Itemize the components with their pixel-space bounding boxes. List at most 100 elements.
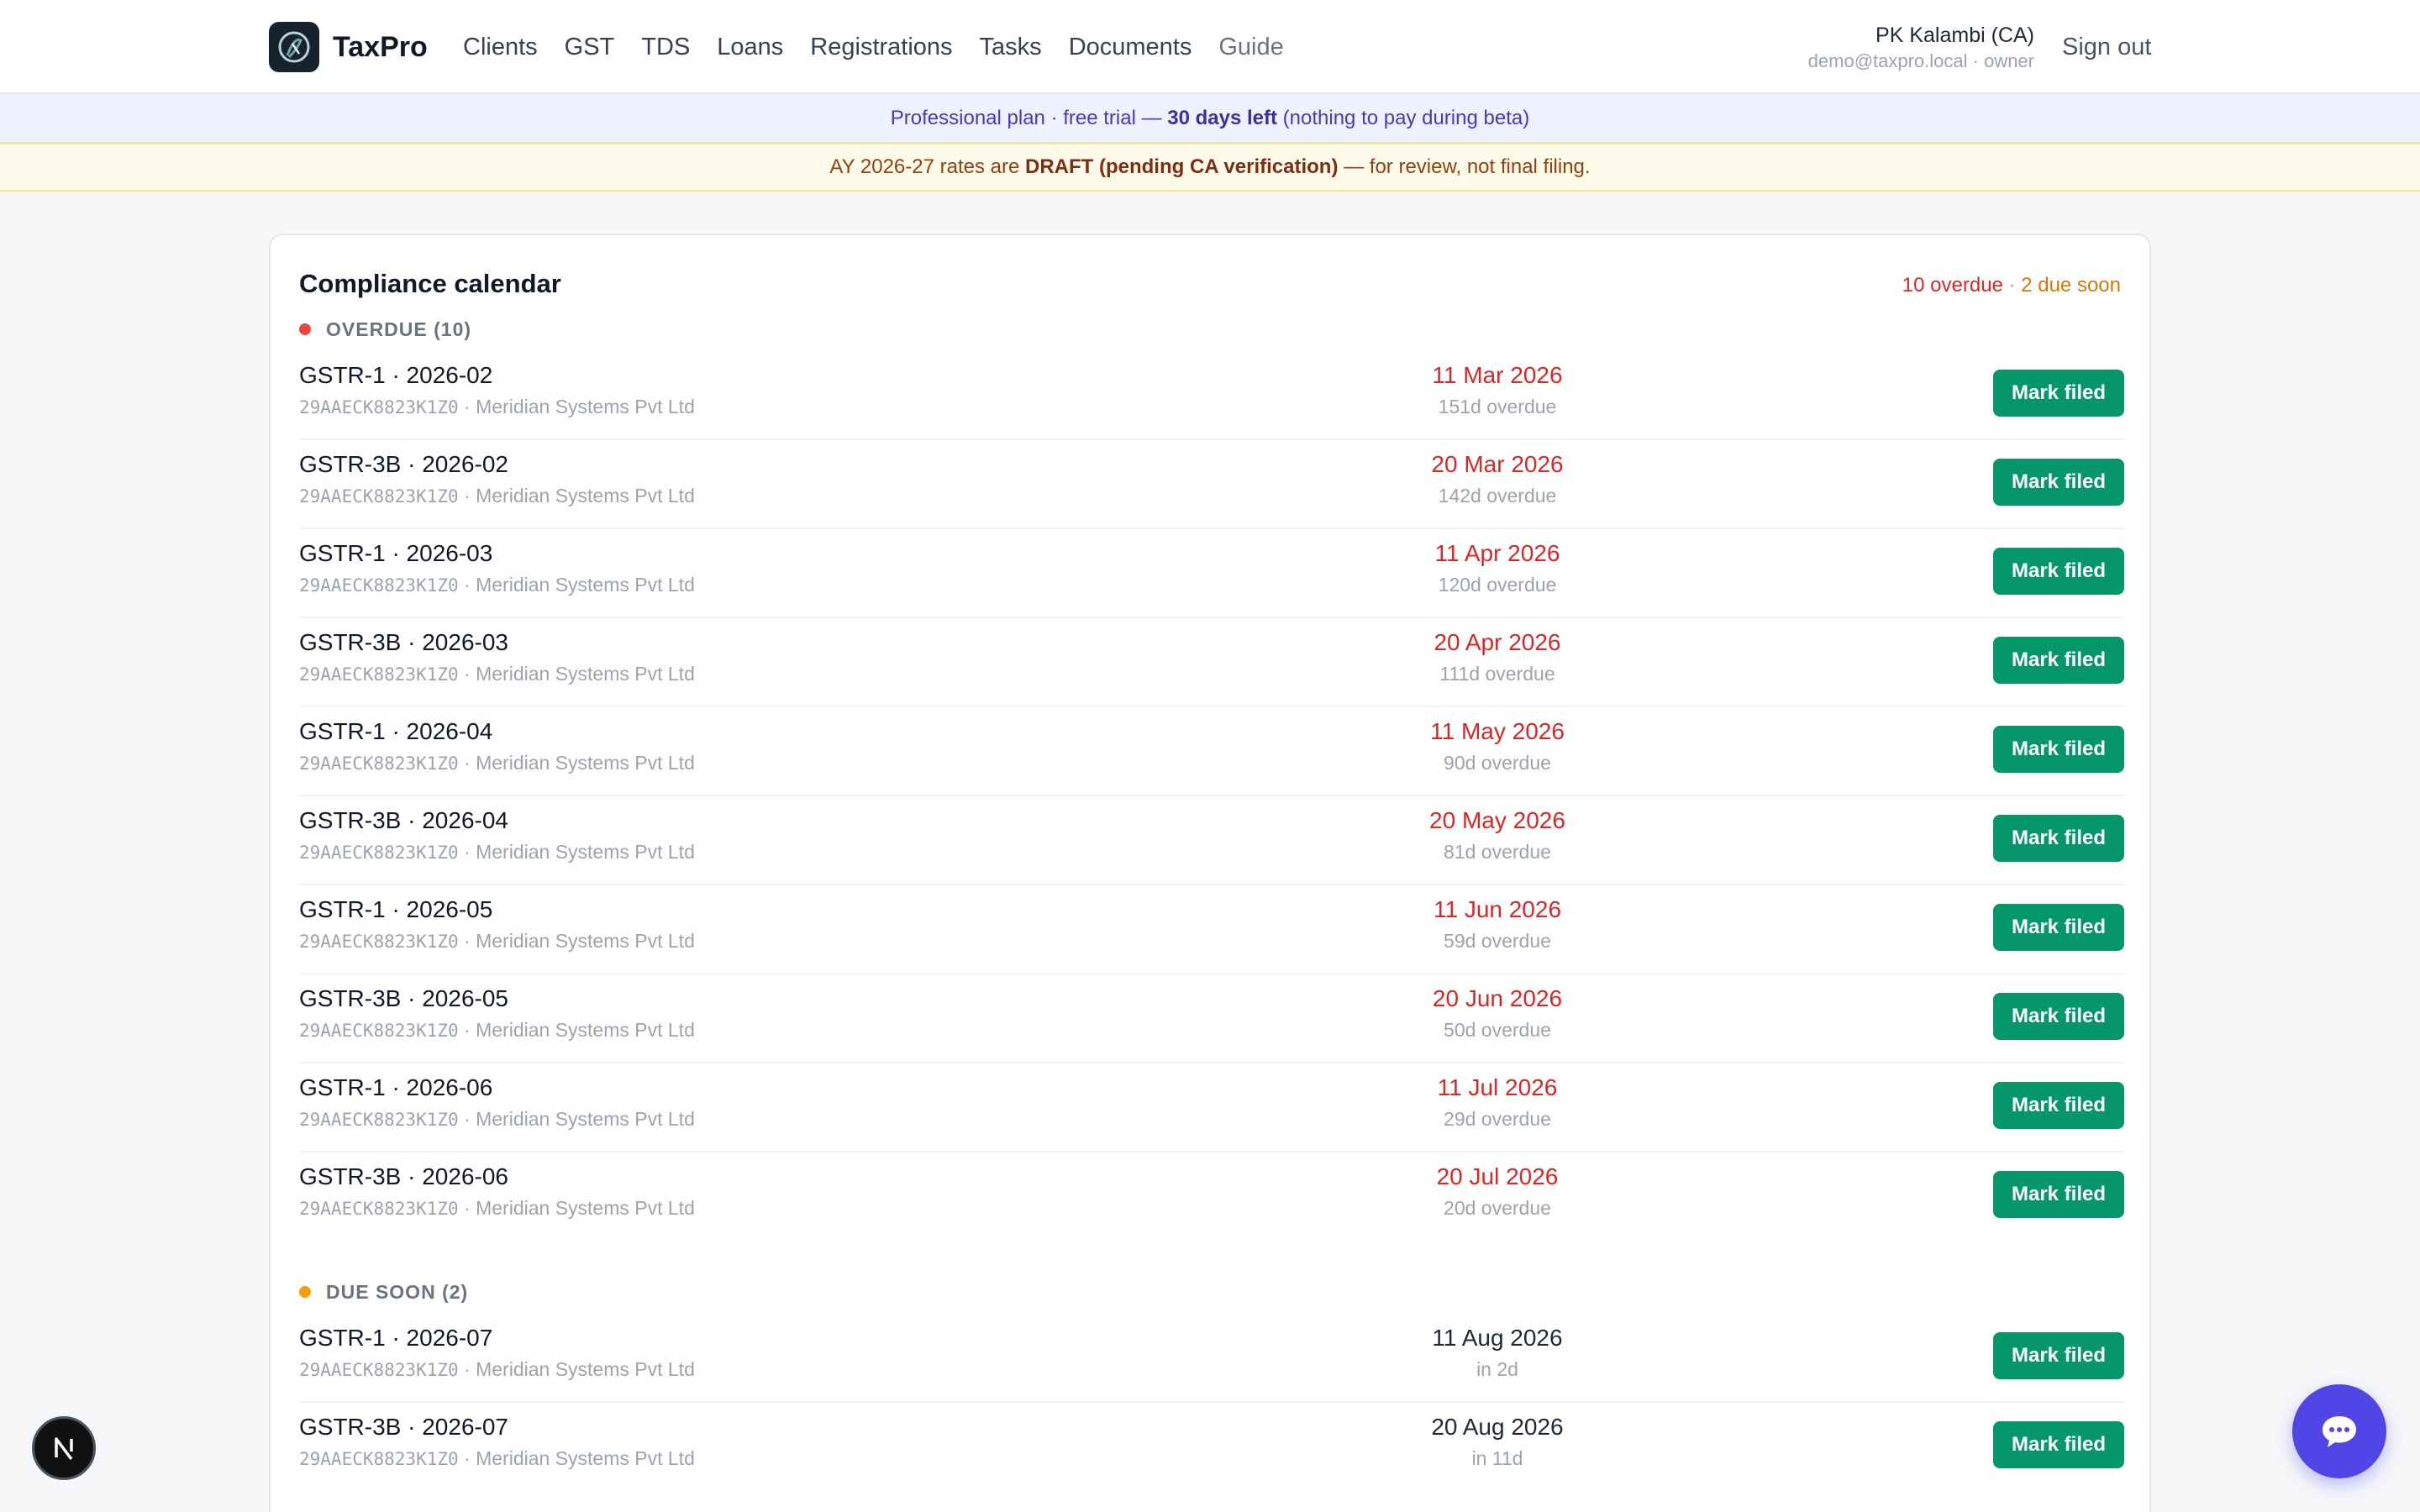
client-gstin: 29AAECK8823K1Z0 <box>299 843 459 863</box>
due-date: 20 Apr 2026 <box>1434 629 1561 655</box>
plan-banner-prefix: Professional plan · free trial — <box>890 107 1168 129</box>
summary-overdue: 10 overdue <box>1902 274 2003 297</box>
nav-guide[interactable]: Guide <box>1218 29 1283 66</box>
due-relative: 20d overdue <box>1444 1197 1551 1219</box>
filing-row: GSTR-3B · 2026-06 29AAECK8823K1Z0 · Merid… <box>299 1152 2124 1242</box>
mark-filed-button[interactable]: Mark filed <box>1993 904 2124 951</box>
filing-row: GSTR-1 · 2026-07 29AAECK8823K1Z0 · Meridi… <box>299 1314 2124 1403</box>
client-gstin: 29AAECK8823K1Z0 <box>299 575 459 596</box>
client-gstin: 29AAECK8823K1Z0 <box>299 932 459 952</box>
summary-due-soon: 2 due soon <box>2021 274 2121 297</box>
nav-loans[interactable]: Loans <box>717 29 783 66</box>
nextjs-logo-icon[interactable] <box>32 1416 96 1480</box>
due-date: 11 Jun 2026 <box>1433 896 1562 922</box>
filing-title: GSTR-3B · 2026-07 <box>299 1414 508 1440</box>
filing-client: 29AAECK8823K1Z0 · Meridian Systems Pvt L… <box>299 393 695 421</box>
sign-out-button[interactable]: Sign out <box>2062 30 2151 64</box>
mark-filed-button[interactable]: Mark filed <box>1993 726 2124 773</box>
mark-filed-button[interactable]: Mark filed <box>1993 1421 2124 1468</box>
summary-separator: · <box>2002 274 2022 297</box>
mark-filed-button[interactable]: Mark filed <box>1993 370 2124 417</box>
due-date: 11 May 2026 <box>1430 718 1565 744</box>
client-name: · Meridian Systems Pvt Ltd <box>458 752 695 774</box>
filing-client: 29AAECK8823K1Z0 · Meridian Systems Pvt L… <box>299 1105 695 1133</box>
client-name: · Meridian Systems Pvt Ltd <box>458 1019 695 1041</box>
due-date: 20 Jun 2026 <box>1432 985 1563 1011</box>
client-gstin: 29AAECK8823K1Z0 <box>299 1021 459 1041</box>
filing-client: 29AAECK8823K1Z0 · Meridian Systems Pvt L… <box>299 927 695 955</box>
due-relative: in 2d <box>1476 1358 1518 1380</box>
plan-banner-days-left: 30 days left <box>1167 107 1277 129</box>
nav-tasks[interactable]: Tasks <box>980 29 1042 66</box>
client-gstin: 29AAECK8823K1Z0 <box>299 753 459 774</box>
nav-clients[interactable]: Clients <box>463 29 538 66</box>
due-date: 20 Aug 2026 <box>1431 1414 1564 1440</box>
filing-title: GSTR-3B · 2026-02 <box>299 451 508 477</box>
filing-title: GSTR-1 · 2026-05 <box>299 896 493 922</box>
due-relative: 142d overdue <box>1438 485 1557 507</box>
draft-banner-suffix: — for review, not final filing. <box>1338 155 1591 178</box>
filing-row: GSTR-1 · 2026-04 29AAECK8823K1Z0 · Meridi… <box>299 707 2124 796</box>
filing-row: GSTR-3B · 2026-07 29AAECK8823K1Z0 · Merid… <box>299 1403 2124 1492</box>
taxpro-logo-icon[interactable] <box>269 22 319 72</box>
filing-row: GSTR-3B · 2026-02 29AAECK8823K1Z0 · Merid… <box>299 440 2124 529</box>
client-name: · Meridian Systems Pvt Ltd <box>458 485 695 507</box>
client-name: · Meridian Systems Pvt Ltd <box>458 1447 695 1469</box>
filing-title: GSTR-1 · 2026-03 <box>299 540 493 566</box>
draft-banner-highlight: DRAFT (pending CA verification) <box>1025 155 1339 178</box>
filing-title: GSTR-1 · 2026-02 <box>299 362 493 388</box>
due-date: 20 Mar 2026 <box>1431 451 1564 477</box>
due-date: 11 Jul 2026 <box>1437 1074 1558 1100</box>
compliance-calendar-card: Compliance calendar 10 overdue · 2 due s… <box>269 234 2151 1512</box>
client-gstin: 29AAECK8823K1Z0 <box>299 486 459 507</box>
client-name: · Meridian Systems Pvt Ltd <box>458 663 695 685</box>
client-name: · Meridian Systems Pvt Ltd <box>458 574 695 596</box>
nav-gst[interactable]: GST <box>565 29 615 66</box>
chat-bubble-icon[interactable] <box>2292 1384 2386 1478</box>
due-date: 20 May 2026 <box>1429 807 1565 833</box>
card-title: Compliance calendar <box>299 269 561 298</box>
mark-filed-button[interactable]: Mark filed <box>1993 1171 2124 1218</box>
nav-registrations[interactable]: Registrations <box>810 29 952 66</box>
draft-banner-prefix: AY 2026-27 rates are <box>829 155 1025 178</box>
filing-row: GSTR-3B · 2026-04 29AAECK8823K1Z0 · Merid… <box>299 796 2124 885</box>
client-gstin: 29AAECK8823K1Z0 <box>299 1449 459 1469</box>
filing-client: 29AAECK8823K1Z0 · Meridian Systems Pvt L… <box>299 660 695 688</box>
filing-client: 29AAECK8823K1Z0 · Meridian Systems Pvt L… <box>299 1016 695 1044</box>
due-relative: 59d overdue <box>1444 930 1551 952</box>
due-relative: 90d overdue <box>1444 752 1551 774</box>
filing-client: 29AAECK8823K1Z0 · Meridian Systems Pvt L… <box>299 482 695 510</box>
mark-filed-button[interactable]: Mark filed <box>1993 1332 2124 1379</box>
due-relative: 111d overdue <box>1439 663 1555 685</box>
filing-title: GSTR-3B · 2026-03 <box>299 629 508 655</box>
filing-row: GSTR-3B · 2026-03 29AAECK8823K1Z0 · Merid… <box>299 618 2124 707</box>
due-date: 11 Mar 2026 <box>1432 362 1563 388</box>
top-navigation-bar: TaxPro Clients GST TDS Loans Registratio… <box>0 0 2420 94</box>
client-name: · Meridian Systems Pvt Ltd <box>458 1197 695 1219</box>
client-gstin: 29AAECK8823K1Z0 <box>299 397 459 417</box>
app-name[interactable]: TaxPro <box>333 29 428 66</box>
mark-filed-button[interactable]: Mark filed <box>1993 548 2124 595</box>
calendar-summary: 10 overdue · 2 due soon <box>1902 272 2121 299</box>
client-gstin: 29AAECK8823K1Z0 <box>299 1110 459 1130</box>
filing-client: 29AAECK8823K1Z0 · Meridian Systems Pvt L… <box>299 1356 695 1383</box>
client-gstin: 29AAECK8823K1Z0 <box>299 1199 459 1219</box>
mark-filed-button[interactable]: Mark filed <box>1993 637 2124 684</box>
mark-filed-button[interactable]: Mark filed <box>1993 815 2124 862</box>
client-gstin: 29AAECK8823K1Z0 <box>299 1360 459 1380</box>
filing-row: GSTR-1 · 2026-02 29AAECK8823K1Z0 · Meridi… <box>299 351 2124 440</box>
mark-filed-button[interactable]: Mark filed <box>1993 993 2124 1040</box>
nav-documents[interactable]: Documents <box>1069 29 1192 66</box>
client-name: · Meridian Systems Pvt Ltd <box>458 1358 695 1380</box>
mark-filed-button[interactable]: Mark filed <box>1993 459 2124 506</box>
nav-tds[interactable]: TDS <box>641 29 690 66</box>
status-dot-icon <box>299 1286 311 1298</box>
main-nav: Clients GST TDS Loans Registrations Task… <box>463 29 1284 66</box>
section-label: OVERDUE (10) <box>326 318 472 340</box>
mark-filed-button[interactable]: Mark filed <box>1993 1082 2124 1129</box>
filing-row: GSTR-1 · 2026-03 29AAECK8823K1Z0 · Meridi… <box>299 529 2124 618</box>
due-relative: in 11d <box>1471 1447 1523 1469</box>
filing-row: GSTR-1 · 2026-05 29AAECK8823K1Z0 · Meridi… <box>299 885 2124 974</box>
draft-rates-banner: AY 2026-27 rates are DRAFT (pending CA v… <box>0 143 2420 192</box>
due-relative: 120d overdue <box>1438 574 1557 596</box>
